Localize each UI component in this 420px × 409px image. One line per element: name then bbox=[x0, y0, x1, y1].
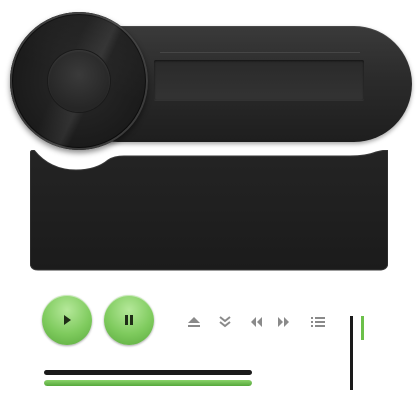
rewind-icon bbox=[251, 317, 262, 327]
lower-panel-shape bbox=[30, 150, 388, 271]
display-highlight bbox=[160, 52, 360, 53]
pause-button[interactable] bbox=[104, 295, 154, 345]
eject-icon bbox=[188, 317, 200, 327]
eject-button[interactable] bbox=[186, 314, 202, 330]
lower-panel bbox=[30, 150, 388, 272]
play-icon bbox=[64, 315, 71, 325]
volume-bar-fill bbox=[44, 380, 252, 386]
track-display-text bbox=[154, 60, 364, 100]
scroll-down-button[interactable] bbox=[217, 314, 233, 330]
play-button[interactable] bbox=[42, 295, 92, 345]
jog-dial-hub bbox=[48, 50, 110, 112]
rewind-button[interactable] bbox=[248, 314, 264, 330]
vertical-slider-level[interactable] bbox=[361, 316, 364, 340]
pause-icon bbox=[125, 315, 133, 325]
track-display bbox=[154, 60, 364, 100]
fast-forward-icon bbox=[278, 317, 289, 327]
playlist-button[interactable] bbox=[310, 314, 326, 330]
jog-dial[interactable] bbox=[10, 12, 148, 150]
seek-bar[interactable] bbox=[44, 370, 252, 375]
chevron-double-down-icon bbox=[219, 316, 231, 328]
vertical-slider-track[interactable] bbox=[350, 316, 353, 390]
list-icon bbox=[311, 317, 325, 327]
fast-forward-button[interactable] bbox=[276, 314, 292, 330]
volume-bar[interactable] bbox=[44, 380, 252, 386]
